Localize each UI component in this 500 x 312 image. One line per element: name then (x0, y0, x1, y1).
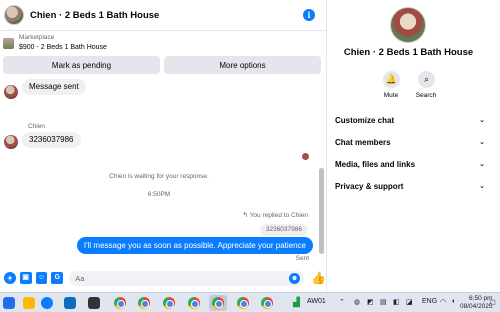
clock[interactable]: 6:50 pm 08/04/2025 (460, 295, 493, 311)
timestamp: 6:50PM (147, 191, 171, 198)
message-bubble-incoming: 3236037986 (22, 132, 81, 148)
chrome-icon[interactable] (138, 297, 150, 309)
tray-chevron-icon[interactable]: ⌃ (339, 298, 345, 306)
mute-label[interactable]: Mute (376, 92, 406, 99)
volume-icon[interactable]: ◖ (451, 298, 455, 305)
menu-privacy-support[interactable]: Privacy & support ⌄ (335, 179, 485, 193)
tray-app-icon[interactable]: ◧ (393, 298, 400, 306)
stock-ticker[interactable]: AW01 (307, 298, 326, 305)
chrome-icon[interactable] (188, 297, 200, 309)
listing-actions: Mark as pending More options (3, 56, 321, 74)
emoji-icon[interactable]: ☻ (289, 272, 301, 284)
sticker-icon[interactable]: ☺ (35, 272, 48, 284)
chat-pane: Chien · 2 Beds 1 Bath House i Marketplac… (0, 0, 327, 292)
reply-indicator: ↰ You replied to Chien (243, 211, 308, 219)
message-input-wrapper: ☻ (69, 270, 305, 286)
sender-avatar[interactable] (4, 85, 18, 99)
menu-media-files-links[interactable]: Media, files and links ⌄ (335, 157, 485, 171)
widgets-icon[interactable] (3, 297, 15, 309)
chat-header: Chien · 2 Beds 1 Bath House i (0, 0, 326, 31)
reply-label: You replied to Chien (249, 212, 308, 219)
store-icon[interactable] (64, 297, 76, 309)
search-icon[interactable]: ⌕ (418, 71, 435, 88)
tray-app-icon[interactable]: ◪ (406, 298, 413, 306)
listing-thumbnail (3, 37, 14, 49)
chat-info-panel: Chien · 2 Beds 1 Bath House 🔔 Mute ⌕ Sea… (327, 0, 500, 292)
file-explorer-icon[interactable] (23, 297, 35, 309)
info-icon[interactable]: i (303, 9, 315, 21)
chrome-icon[interactable] (163, 297, 175, 309)
chevron-down-icon: ⌄ (479, 138, 485, 146)
sender-avatar[interactable] (4, 135, 18, 149)
search-label[interactable]: Search (411, 92, 441, 99)
tray-app-icon[interactable]: ◍ (354, 298, 360, 306)
info-title: Chien · 2 Beds 1 Bath House (343, 47, 474, 58)
app-icon[interactable] (88, 297, 100, 309)
chrome-icon[interactable] (114, 297, 126, 309)
marketplace-listing[interactable]: Marketplace $900 - 2 Beds 1 Bath House (0, 32, 326, 54)
listing-title: $900 - 2 Beds 1 Bath House (19, 44, 107, 51)
chat-avatar[interactable] (4, 5, 24, 25)
menu-label: Privacy & support (335, 181, 404, 191)
message-bubble-outgoing: I'll message you as soon as possible. Ap… (76, 237, 313, 254)
more-options-button[interactable]: More options (164, 56, 321, 74)
waiting-notice: Chien is waiting for your response. (109, 173, 209, 180)
tray-app-icon[interactable]: ▤ (380, 298, 387, 306)
sender-name: Chien (28, 123, 45, 130)
chrome-icon[interactable] (261, 297, 273, 309)
chrome-icon[interactable] (237, 297, 249, 309)
scrollbar[interactable] (319, 168, 324, 254)
message-status: Sent (295, 255, 309, 262)
plus-icon[interactable]: + (4, 272, 16, 284)
reply-arrow-icon: ↰ (242, 212, 248, 219)
bell-icon[interactable]: 🔔 (383, 71, 400, 88)
menu-customize-chat[interactable]: Customize chat ⌄ (335, 113, 485, 127)
seen-avatar (302, 153, 309, 160)
clock-date: 08/04/2025 (460, 303, 493, 310)
edge-icon[interactable] (41, 297, 53, 309)
info-avatar (390, 7, 426, 43)
mark-as-pending-button[interactable]: Mark as pending (3, 56, 160, 74)
message-bubble-incoming: Message sent (22, 79, 86, 95)
menu-chat-members[interactable]: Chat members ⌄ (335, 135, 485, 149)
language-indicator[interactable]: ENG (422, 298, 437, 305)
thumbs-up-icon[interactable]: 👍 (311, 271, 326, 285)
menu-label: Chat members (335, 137, 391, 147)
chevron-down-icon: ⌄ (479, 182, 485, 190)
taskbar: ▟ AW01 ⌃ ◍ ◩ ▤ ◧ ◪ ENG ◠ ◖ 6:50 pm 08/04… (0, 292, 500, 312)
image-icon[interactable]: ▣ (19, 272, 32, 284)
wifi-icon[interactable]: ◠ (440, 298, 446, 306)
marketplace-label: Marketplace (19, 34, 55, 41)
composer: + ▣ ☺ G ☻ 👍 (0, 268, 326, 288)
gif-icon[interactable]: G (51, 272, 64, 284)
chevron-down-icon: ⌄ (479, 160, 485, 168)
chevron-down-icon: ⌄ (479, 116, 485, 124)
clock-time: 6:50 pm (469, 295, 493, 302)
menu-label: Media, files and links (335, 159, 416, 169)
quoted-message[interactable]: 3236037986 (259, 224, 308, 236)
notifications-icon[interactable]: ◻ (490, 298, 496, 306)
menu-label: Customize chat (335, 115, 395, 125)
chat-title[interactable]: Chien · 2 Beds 1 Bath House (30, 10, 159, 21)
message-input[interactable] (69, 270, 280, 286)
tray-app-icon[interactable]: ◩ (367, 298, 374, 306)
stock-chart-icon[interactable]: ▟ (293, 297, 300, 308)
chrome-icon[interactable] (212, 297, 224, 309)
message-list: Message sent Chien 3236037986 Chien is w… (0, 76, 318, 266)
